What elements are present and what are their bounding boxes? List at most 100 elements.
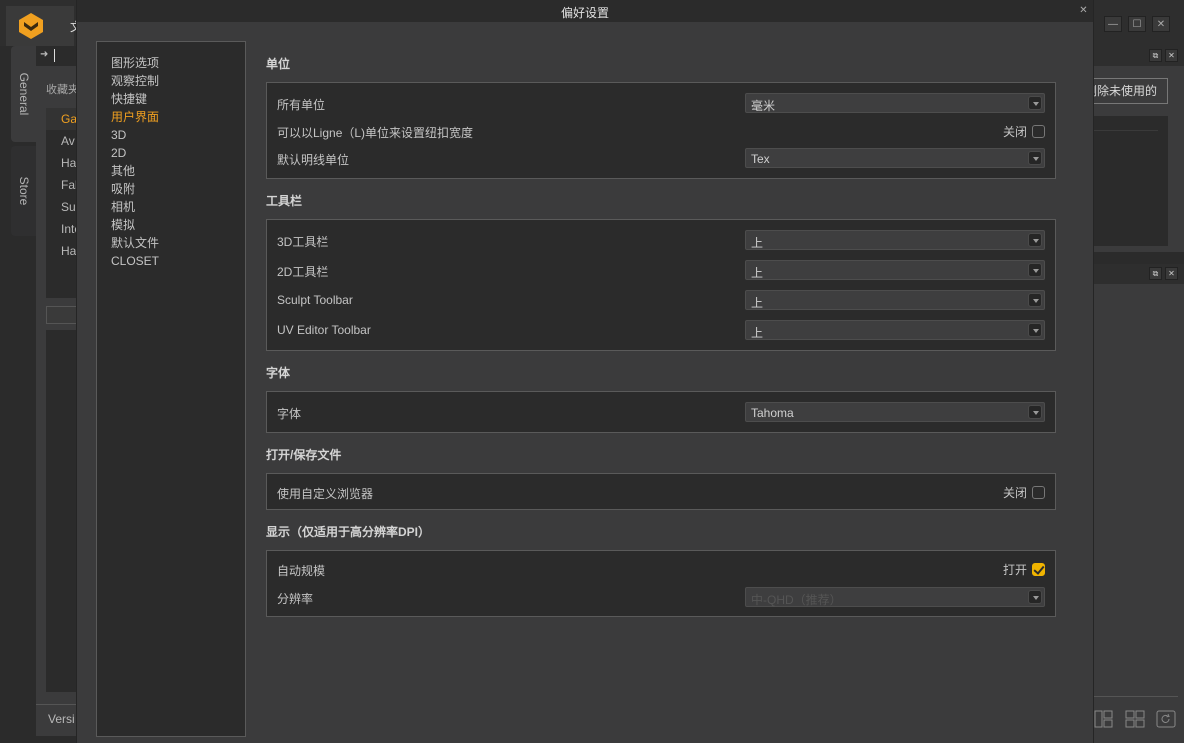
chevron-down-icon [1028, 263, 1042, 277]
dropdown-value: 上 [751, 236, 764, 250]
left-tab-rail: Store General [0, 46, 37, 743]
nav-item-closet[interactable]: CLOSET [97, 252, 245, 270]
auto-scale-toggle[interactable]: 打开 [1003, 561, 1045, 578]
file-panel: 使用自定义浏览器 关闭 [266, 473, 1056, 510]
toolbar-2d-label: 2D工具栏 [277, 265, 329, 279]
ligne-checkbox[interactable] [1032, 125, 1045, 138]
reset-view-icon[interactable] [1156, 710, 1176, 728]
chevron-down-icon [1028, 293, 1042, 307]
dropdown-value: 毫米 [751, 99, 776, 113]
auto-scale-checkbox[interactable] [1032, 563, 1045, 576]
property-editor-panel [1094, 284, 1184, 743]
custom-browser-toggle[interactable]: 关闭 [1003, 484, 1045, 501]
units-panel: 所有单位 毫米 可以以Ligne（L)单位来设置纽扣宽度 关闭 默认明线单位 T… [266, 82, 1056, 179]
chevron-down-icon [1028, 96, 1042, 110]
close-icon: ✕ [1079, 5, 1088, 16]
font-panel: 字体 Tahoma [266, 391, 1056, 433]
maximize-icon: ☐ [1132, 18, 1142, 30]
nav-item-camera[interactable]: 相机 [97, 198, 245, 216]
display-panel: 自动规模 打开 分辨率 中-QHD（推荐） [266, 550, 1056, 617]
toolbar-row: Sculpt Toolbar 上 [267, 289, 1055, 311]
window-controls: — ☐ ✕ [1104, 16, 1170, 32]
toolbar-2d-dropdown[interactable]: 上 [745, 260, 1045, 280]
panel-close-button[interactable]: ✕ [1165, 267, 1178, 280]
nav-item-graphics[interactable]: 图形选项 [97, 54, 245, 72]
dropdown-value: Tahoma [751, 406, 794, 420]
property-editor-header: ⧉ ✕ [1094, 264, 1184, 284]
close-icon: ✕ [1156, 18, 1166, 30]
nav-item-view-control[interactable]: 观察控制 [97, 72, 245, 90]
section-title-font: 字体 [266, 366, 291, 380]
right-panels: ⧉ ✕ 删除未使用的 ⧉ ✕ [1084, 46, 1184, 743]
chevron-down-icon [1028, 323, 1042, 337]
object-browser-header: ⧉ ✕ [1094, 46, 1184, 66]
toolbar-3d-label: 3D工具栏 [277, 235, 329, 249]
popout-icon: ⧉ [1152, 268, 1159, 278]
custom-browser-label: 使用自定义浏览器 [277, 487, 374, 501]
sculpt-toolbar-dropdown[interactable]: 上 [745, 290, 1045, 310]
tab-general[interactable]: General [11, 46, 37, 142]
toolbar-row: 2D工具栏 上 [267, 259, 1055, 281]
chevron-down-icon [1028, 405, 1042, 419]
preferences-dialog: 偏好设置 ✕ 图形选项 观察控制 快捷键 用户界面 3D 2D 其他 吸附 相机… [76, 0, 1094, 743]
thread-unit-dropdown[interactable]: Tex [745, 148, 1045, 168]
nav-item-shortcuts[interactable]: 快捷键 [97, 90, 245, 108]
toggle-state-label: 关闭 [1002, 486, 1027, 500]
resolution-row: 分辨率 中-QHD（推荐） [267, 586, 1055, 608]
ligne-label: 可以以Ligne（L)单位来设置纽扣宽度 [277, 126, 474, 140]
ligne-row: 可以以Ligne（L)单位来设置纽扣宽度 关闭 [267, 120, 1055, 142]
minimize-icon: — [1108, 18, 1118, 30]
nav-item-user-interface[interactable]: 用户界面 [97, 108, 245, 126]
ligne-toggle[interactable]: 关闭 [1003, 123, 1045, 140]
clo-logo-icon [19, 13, 43, 39]
close-icon: ✕ [1168, 269, 1175, 278]
all-units-dropdown[interactable]: 毫米 [745, 93, 1045, 113]
thread-unit-label: 默认明线单位 [277, 153, 350, 167]
auto-scale-row: 自动规模 打开 [267, 558, 1055, 580]
nav-item-default-files[interactable]: 默认文件 [97, 234, 245, 252]
text-caret [54, 49, 55, 62]
section-title-toolbar: 工具栏 [266, 194, 303, 208]
dropdown-value: 上 [751, 266, 764, 280]
toolbar-3d-dropdown[interactable]: 上 [745, 230, 1045, 250]
close-icon: ✕ [1168, 51, 1175, 60]
tab-store[interactable]: Store [11, 146, 37, 236]
layout-split-icon[interactable] [1094, 710, 1114, 728]
object-list [1094, 116, 1168, 246]
minimize-button[interactable]: — [1104, 16, 1122, 32]
nav-item-3d[interactable]: 3D [97, 126, 245, 144]
custom-browser-checkbox[interactable] [1032, 486, 1045, 499]
all-units-label: 所有单位 [277, 98, 326, 112]
dialog-close-button[interactable]: ✕ [1078, 5, 1089, 16]
nav-item-simulation[interactable]: 模拟 [97, 216, 245, 234]
toolbar-row: UV Editor Toolbar 上 [267, 319, 1055, 341]
section-title-display: 显示（仅适用于高分辨率DPI） [266, 525, 431, 539]
nav-item-other[interactable]: 其他 [97, 162, 245, 180]
nav-item-snap[interactable]: 吸附 [97, 180, 245, 198]
chevron-down-icon [1028, 590, 1042, 604]
popout-button[interactable]: ⧉ [1149, 49, 1162, 62]
uv-editor-toolbar-dropdown[interactable]: 上 [745, 320, 1045, 340]
panel-close-button[interactable]: ✕ [1165, 49, 1178, 62]
dropdown-value: 上 [751, 296, 764, 310]
dialog-title: 偏好设置 [560, 6, 609, 20]
delete-unused-button[interactable]: 删除未使用的 [1084, 78, 1168, 104]
divider [1094, 130, 1158, 131]
close-button[interactable]: ✕ [1152, 16, 1170, 32]
dropdown-value: 上 [751, 326, 764, 340]
popout-button[interactable]: ⧉ [1149, 267, 1162, 280]
dropdown-value: 中-QHD（推荐） [751, 593, 842, 607]
object-browser-panel: 删除未使用的 [1084, 66, 1184, 252]
chevron-down-icon [1028, 151, 1042, 165]
chevron-down-icon [1028, 233, 1042, 247]
dropdown-value: Tex [751, 152, 770, 166]
resolution-dropdown: 中-QHD（推荐） [745, 587, 1045, 607]
view-layout-buttons [1094, 710, 1176, 728]
custom-browser-row: 使用自定义浏览器 关闭 [267, 481, 1055, 503]
dialog-titlebar[interactable]: 偏好设置 ✕ [77, 0, 1093, 22]
layout-quad-icon[interactable] [1125, 710, 1145, 728]
nav-item-2d[interactable]: 2D [97, 144, 245, 162]
maximize-button[interactable]: ☐ [1128, 16, 1146, 32]
font-dropdown[interactable]: Tahoma [745, 402, 1045, 422]
app-logo [6, 6, 74, 46]
